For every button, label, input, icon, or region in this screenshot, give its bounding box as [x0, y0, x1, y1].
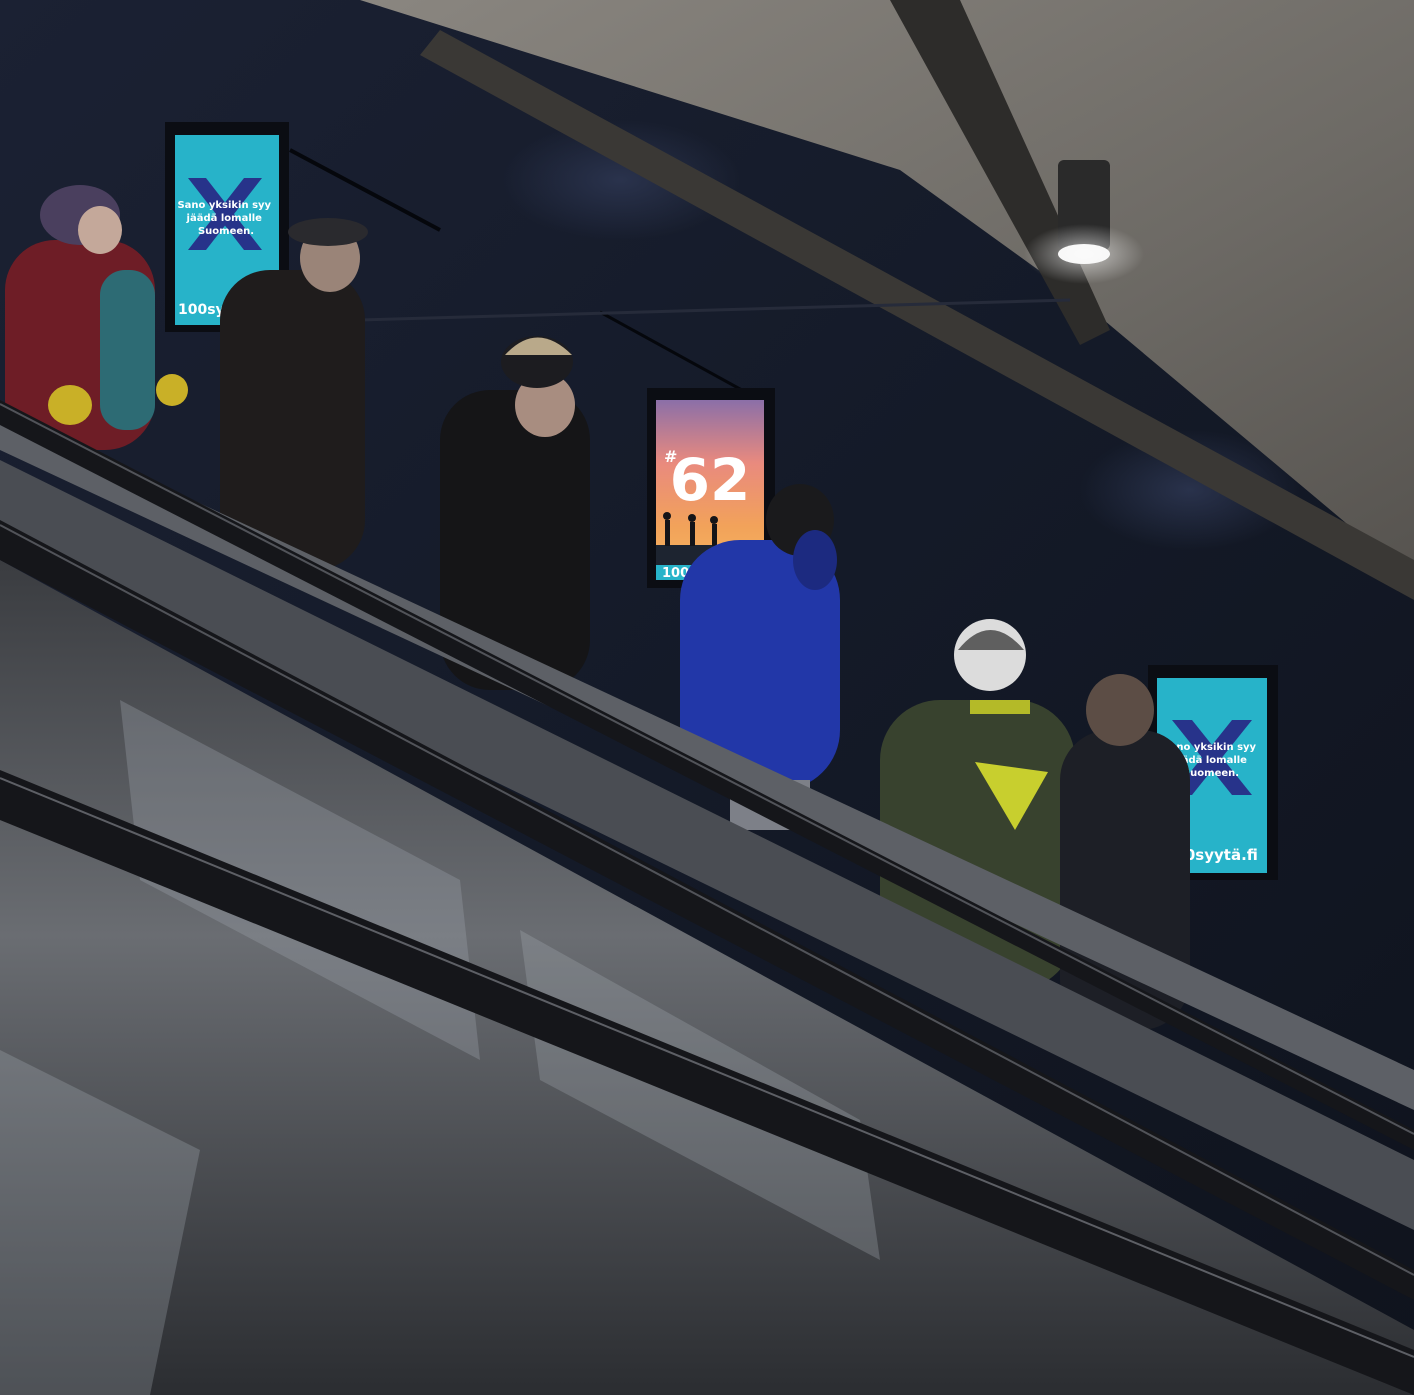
right-screen-message-line: Suomeen. — [1183, 768, 1239, 779]
left-screen-message-line: jäädä lomalle — [186, 213, 263, 224]
left-screen-message-line: Sano yksikin syy — [177, 200, 271, 211]
escalator-photo: Sano yksikin syy jäädä lomalle Suomeen. … — [0, 0, 1414, 1395]
escalator-scene: Sano yksikin syy jäädä lomalle Suomeen. … — [0, 0, 1414, 1395]
left-screen-message-line: Suomeen. — [198, 226, 254, 237]
center-screen-number: 62 — [670, 446, 751, 514]
